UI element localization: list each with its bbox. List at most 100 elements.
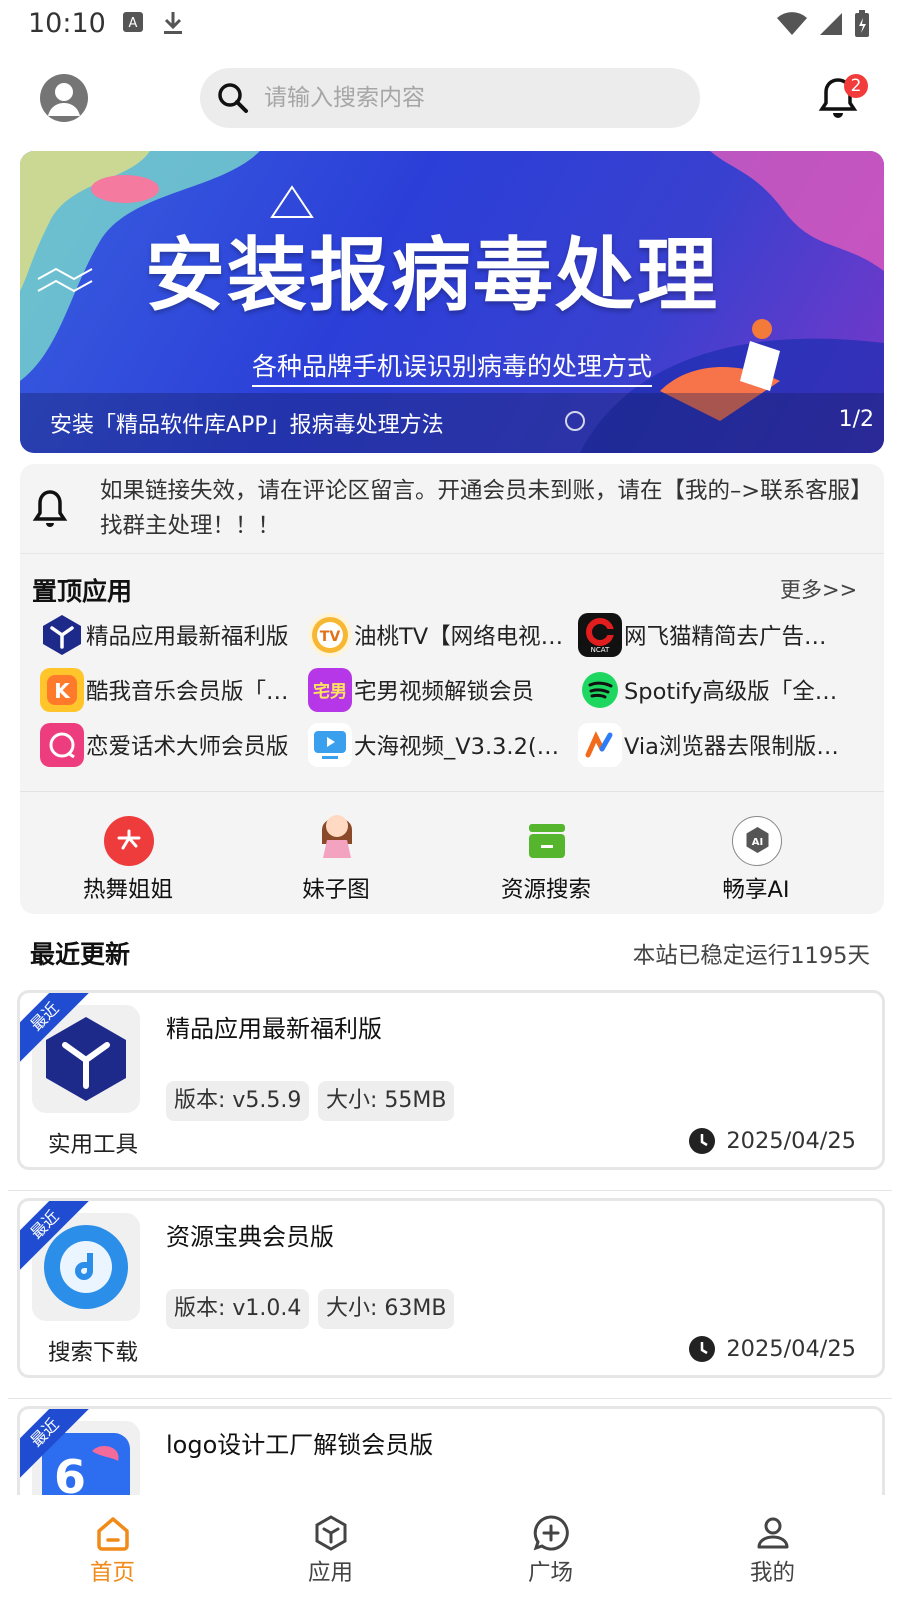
tv-app-icon: TV [308,613,352,657]
app-category: 实用工具 [48,1132,139,1158]
status-bar: 10:10 A [0,0,900,50]
nav-label: 我的 [749,1560,795,1586]
quick-link-label: 畅享AI [722,877,790,903]
nav-home[interactable]: 首页 [0,1495,225,1600]
home-icon [97,1517,129,1551]
notice-bell-icon [32,490,68,527]
pinned-app-label: 恋爱话术大师会员版 [86,734,289,760]
wifi-icon [777,12,807,35]
battery-icon [855,10,869,37]
pinned-app-label: Spotify高级版「全… [624,679,838,705]
pinned-app-label: 精品应用最新福利版 [86,624,289,650]
nav-label: 应用 [307,1560,353,1586]
nav-label: 首页 [89,1560,135,1586]
card-divider [8,1398,892,1399]
pinned-app-item[interactable]: K 酷我音乐会员版「… [40,667,310,713]
svg-text:宅男: 宅男 [313,681,347,702]
card-divider [8,1190,892,1191]
via-browser-icon [578,723,622,767]
quick-links: 热舞姐姐 妹子图 资源搜索 AI 畅享AI [20,791,884,914]
pinned-app-label: 网飞猫精简去广告… [624,624,827,650]
quick-link-label: 热舞姐姐 [82,877,173,903]
update-date-text: 2025/04/25 [726,1336,856,1362]
pinned-more-link[interactable]: 更多>> [780,574,857,604]
nav-apps[interactable]: 应用 [218,1495,443,1600]
recent-app-card[interactable]: 6 最近 logo设计工厂解锁会员版 [17,1406,885,1506]
user-avatar[interactable] [40,74,88,122]
version-chip: 版本: v5.5.9 [166,1081,310,1121]
banner-subtitle: 各种品牌手机误识别病毒的处理方式 [252,347,653,387]
update-date: 2025/04/25 [688,1335,856,1363]
clock-icon [689,1128,716,1154]
svg-text:AI: AI [751,837,762,848]
search-input[interactable] [264,85,664,111]
quick-link-dance[interactable]: 热舞姐姐 [20,792,236,915]
top-header: 2 [0,60,900,140]
quick-link-girls[interactable]: 妹子图 [228,792,444,915]
spotify-icon [578,668,622,712]
banner-caption: 安装「精品软件库APP」报病毒处理方法 [50,413,444,438]
quick-link-ai[interactable]: AI 畅享AI [648,792,864,915]
svg-text:NCAT: NCAT [591,646,610,654]
cell-signal-icon [820,13,842,35]
download-icon [164,12,182,34]
recent-app-card[interactable]: 最近 资源宝典会员版 版本: v1.0.4 大小: 63MB 搜索下载 2025… [17,1198,885,1378]
ai-icon: AI [732,816,782,866]
version-chip: 版本: v1.0.4 [166,1289,310,1329]
user-avatar-icon [48,83,80,116]
pinned-app-label: 酷我音乐会员版「… [86,679,289,705]
carousel-indicator[interactable] [565,411,585,431]
kuwo-music-app-icon: K [40,668,84,712]
search-icon [218,83,248,113]
quick-link-label: 妹子图 [302,877,370,903]
pinned-app-item[interactable]: TV 油桃TV【网络电视… [308,612,566,658]
nav-profile[interactable]: 我的 [660,1495,885,1600]
nav-label: 广场 [527,1560,573,1586]
storage-box-icon [522,816,572,866]
nav-plaza[interactable]: 广场 [438,1495,663,1600]
status-time: 10:10 [28,8,106,39]
app-name: logo设计工厂解锁会员版 [166,1431,434,1459]
pinned-app-label: Via浏览器去限制版… [624,734,839,760]
pinned-app-item[interactable]: 大海视频_V3.3.2(33… [308,722,566,768]
size-chip: 大小: 55MB [318,1081,455,1121]
recent-app-card[interactable]: 最近 精品应用最新福利版 版本: v5.5.9 大小: 55MB 实用工具 20… [17,990,885,1170]
dance-icon [104,816,154,866]
banner-headline: 安装报病毒处理 [145,229,719,322]
banner-caption-bar: 安装「精品软件库APP」报病毒处理方法 1/2 [20,393,884,453]
recent-section-title: 最近更新 [30,940,131,969]
pinned-app-item[interactable]: Spotify高级版「全… [578,667,874,713]
sea-video-app-icon [308,723,352,767]
quick-link-label: 资源搜索 [500,877,591,903]
pinned-app-item[interactable]: 恋爱话术大师会员版 [40,722,310,768]
cube-app-icon [40,613,84,657]
pinned-app-item[interactable]: 宅男 宅男视频解锁会员 [308,667,566,713]
girl-avatar-icon [312,800,362,866]
bottom-navigation: 首页 应用 广场 我的 [0,1495,900,1600]
video-app-icon: 宅男 [308,668,352,712]
pinned-app-label: 大海视频_V3.3.2(33… [354,734,566,760]
pinned-app-item[interactable]: 精品应用最新福利版 [40,612,310,658]
svg-text:TV: TV [320,629,341,645]
notification-button[interactable]: 2 [818,74,868,120]
love-chat-app-icon [40,723,84,767]
pinned-section-title: 置顶应用 [32,577,133,606]
size-chip: 大小: 63MB [318,1289,455,1329]
update-date-text: 2025/04/25 [726,1128,856,1154]
quick-link-resource-search[interactable]: 资源搜索 [438,792,654,915]
pinned-app-label: 油桃TV【网络电视… [354,624,564,650]
plaza-chat-icon [533,1515,569,1551]
apps-cube-icon [315,1515,347,1551]
pinned-app-label: 宅男视频解锁会员 [354,679,535,705]
pinned-app-item[interactable]: NCAT 网飞猫精简去广告… [578,612,874,658]
svg-text:A: A [129,16,138,31]
app-category: 搜索下载 [48,1340,139,1366]
banner-page-index: 1/2 [838,407,874,432]
notification-badge: 2 [844,74,868,98]
announcement[interactable]: 如果链接失效，请在评论区留言。开通会员未到账，请在【我的–>联系客服】找群主处理… [20,464,884,554]
promo-banner[interactable]: 安装报病毒处理 各种品牌手机误识别病毒的处理方式 安装「精品软件库APP」报病毒… [20,151,884,453]
update-date: 2025/04/25 [688,1127,856,1155]
keyboard-notification-icon: A [123,12,143,32]
pinned-app-item[interactable]: Via浏览器去限制版… [578,722,874,768]
search-bar[interactable] [200,68,700,128]
